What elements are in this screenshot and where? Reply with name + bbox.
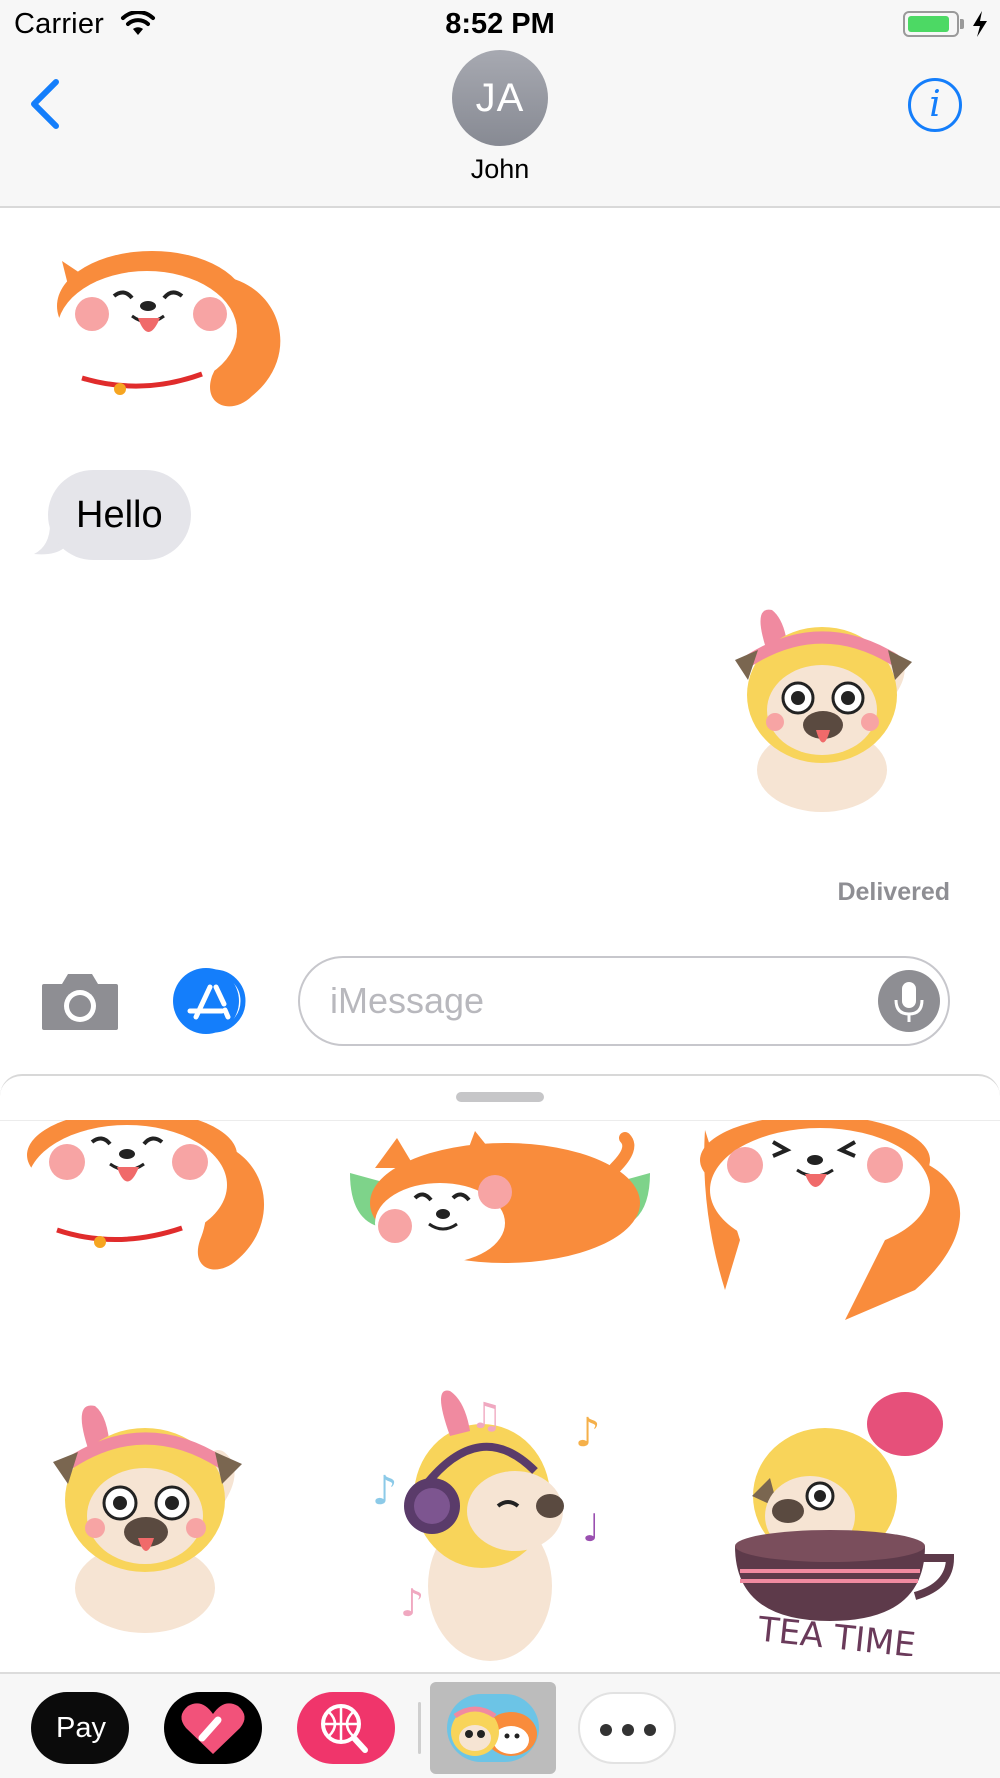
imessage-app-strip: Pay xyxy=(0,1672,1000,1778)
chevron-left-icon xyxy=(31,79,59,129)
pug-shiba-app-icon xyxy=(447,1694,539,1762)
sticker-pug-girl-waving[interactable] xyxy=(50,1388,250,1643)
info-icon: i xyxy=(929,84,941,125)
received-shiba-sticker[interactable] xyxy=(52,246,292,431)
sticker-shiba-jumping[interactable] xyxy=(695,1115,985,1330)
microphone-icon xyxy=(894,982,924,1022)
charging-bolt-icon xyxy=(970,10,990,43)
dictation-button[interactable] xyxy=(878,970,940,1032)
battery-level xyxy=(908,16,949,32)
back-button[interactable] xyxy=(24,74,68,134)
sent-pug-sticker[interactable] xyxy=(730,590,920,820)
image-search-app[interactable] xyxy=(297,1692,395,1764)
battery-icon xyxy=(903,11,959,37)
sticker-shiba-happy[interactable] xyxy=(22,1110,277,1295)
svg-text:♪: ♪ xyxy=(575,1410,601,1456)
apple-pay-app[interactable]: Pay xyxy=(31,1692,129,1764)
clock: 8:52 PM xyxy=(445,8,555,40)
svg-text:♪: ♪ xyxy=(372,1468,398,1514)
app-strip-divider xyxy=(418,1702,421,1754)
sticker-drawer[interactable]: ♪ ♫ ♪ ♩ ♪ TEA TIME xyxy=(0,1074,1000,1674)
camera-button[interactable] xyxy=(40,970,120,1037)
info-button[interactable]: i xyxy=(908,78,962,132)
status-bar: Carrier 8:52 PM xyxy=(0,0,1000,48)
svg-text:♩: ♩ xyxy=(582,1506,600,1550)
more-apps-button[interactable] xyxy=(578,1692,676,1764)
svg-text:♫: ♫ xyxy=(470,1396,502,1437)
digital-touch-heart-icon xyxy=(181,1703,245,1754)
pug-shiba-stickers-app[interactable] xyxy=(430,1682,556,1774)
app-store-button[interactable] xyxy=(170,966,256,1041)
sticker-pug-girl-music[interactable]: ♪ ♫ ♪ ♩ ♪ xyxy=(370,1376,630,1671)
battery-nub xyxy=(960,19,964,29)
delivered-status: Delivered xyxy=(837,878,950,906)
message-input[interactable] xyxy=(330,976,850,1026)
apple-pay-label: Pay xyxy=(56,1712,106,1744)
message-field[interactable] xyxy=(298,956,950,1046)
more-dots-icon xyxy=(600,1724,656,1736)
navigation-header: Carrier 8:52 PM JA John i xyxy=(0,0,1000,208)
conversation-transcript[interactable]: Hello Delivered xyxy=(0,210,1000,930)
camera-icon xyxy=(42,974,118,1030)
drawer-grabber[interactable] xyxy=(456,1092,544,1102)
sticker-shiba-flying[interactable] xyxy=(345,1128,655,1293)
svg-text:♪: ♪ xyxy=(400,1581,424,1625)
app-store-icon xyxy=(173,968,246,1034)
globe-search-icon xyxy=(321,1704,368,1753)
contact-name[interactable]: John xyxy=(0,154,1000,185)
received-message-bubble[interactable]: Hello xyxy=(48,470,191,560)
sticker-pug-tea-time[interactable]: TEA TIME xyxy=(710,1386,970,1666)
digital-touch-app[interactable] xyxy=(164,1692,262,1764)
message-input-bar xyxy=(0,950,1000,1050)
contact-avatar[interactable]: JA xyxy=(452,50,548,146)
